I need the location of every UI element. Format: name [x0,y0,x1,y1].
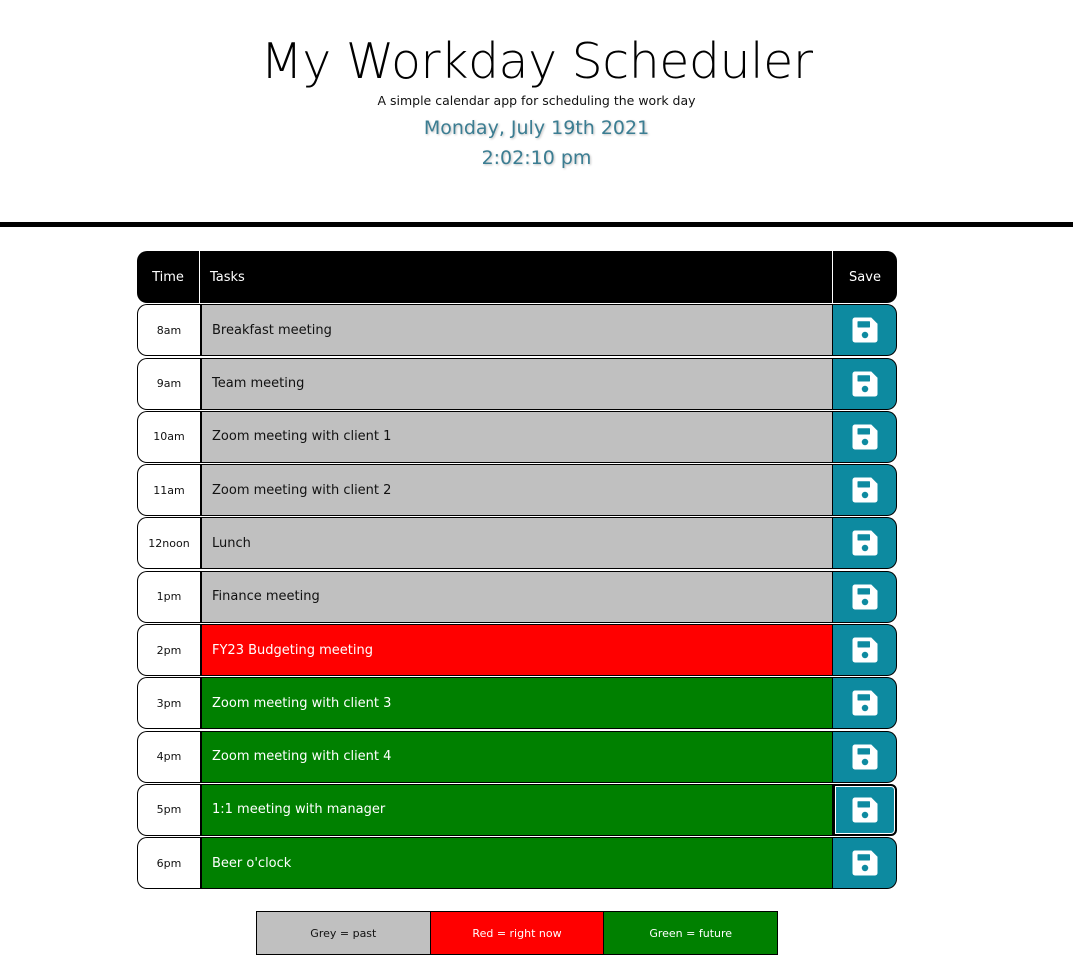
save-button[interactable] [833,624,897,677]
column-header-save: Save [849,269,881,285]
header-divider [0,222,1073,227]
column-header-time: Time [137,251,200,303]
task-input[interactable]: Finance meeting [200,570,833,623]
task-input[interactable]: Zoom meeting with client 1 [200,410,833,463]
hour-label: 8am [137,304,200,357]
hour-label: 6pm [137,837,200,890]
hour-label: 5pm [137,783,200,836]
hour-text: 5pm [156,803,182,817]
legend-past: Grey = past [257,912,431,954]
floppy-disk-icon [850,315,880,345]
hour-text: 1pm [156,590,182,604]
hour-label: 12 noon [137,517,200,570]
task-input[interactable]: Breakfast meeting [200,304,833,357]
save-button[interactable] [833,464,897,517]
page-title: My Workday Scheduler [260,33,813,90]
legend-present: Red = right now [430,912,605,954]
hour-label: 3pm [137,677,200,730]
save-button[interactable] [833,410,897,463]
save-button[interactable] [833,837,897,890]
current-time: 2:02:10 pm [481,147,592,169]
color-legend: Grey = past Red = right now Green = futu… [256,911,778,955]
floppy-disk-icon [850,795,880,825]
page-subtitle: A simple calendar app for scheduling the… [377,93,696,108]
floppy-disk-icon [850,422,880,452]
task-input[interactable]: Zoom meeting with client 3 [200,677,833,730]
task-input[interactable]: FY23 Budgeting meeting [200,624,833,677]
hour-text: 12 [148,536,163,550]
task-input[interactable]: Zoom meeting with client 4 [200,730,833,783]
task-input[interactable]: Zoom meeting with client 2 [200,464,833,517]
hour-text: 4pm [156,750,182,764]
floppy-disk-icon [850,475,880,505]
hour-label: 4pm [137,730,200,783]
time-block-row: 9am Team meeting [137,357,897,410]
time-block-row: 3pm Zoom meeting with client 3 [137,677,897,730]
time-block-row: 10am Zoom meeting with client 1 [137,410,897,463]
save-button[interactable] [833,783,897,836]
scheduler-table: Time Tasks Save 8am Breakfast meeting 9am T… [137,251,897,890]
time-block-row: 2pm FY23 Budgeting meeting [137,624,897,677]
floppy-disk-icon [850,528,880,558]
time-block-row: 12 noon Lunch [137,517,897,570]
hour-text: 3pm [156,696,182,710]
hour-text: 9am [156,377,182,391]
hour-label: 11am [137,464,200,517]
table-header: Time Tasks Save [137,251,897,303]
hour-text: 2pm [156,643,182,657]
legend-future: Green = future [604,912,778,954]
hour-text: 11am [153,483,185,497]
hour-label: 10am [137,410,200,463]
hour-text: 8am [156,323,182,337]
floppy-disk-icon [850,635,880,665]
task-input[interactable]: Team meeting [200,357,833,410]
header: My Workday Scheduler A simple calendar a… [0,0,1073,228]
time-block-row: 11am Zoom meeting with client 2 [137,464,897,517]
hour-label: 1pm [137,570,200,623]
save-button[interactable] [833,730,897,783]
floppy-disk-icon [850,582,880,612]
task-input[interactable]: Lunch [200,517,833,570]
time-block-row: 4pm Zoom meeting with client 4 [137,730,897,783]
time-block-row: 1pm Finance meeting [137,570,897,623]
time-block-row: 8am Breakfast meeting [137,304,897,357]
save-button[interactable] [833,677,897,730]
floppy-disk-icon [850,688,880,718]
current-date: Monday, July 19th 2021 [423,117,650,139]
hour-text: 10am [153,430,185,444]
floppy-disk-icon [850,742,880,772]
hour-text-line2: noon [162,536,190,550]
save-button[interactable] [833,570,897,623]
task-input[interactable]: Beer o'clock [200,837,833,890]
floppy-disk-icon [850,369,880,399]
hour-label: 2pm [137,624,200,677]
task-input[interactable]: 1:1 meeting with manager [200,783,833,836]
save-button[interactable] [833,517,897,570]
floppy-disk-icon [850,848,880,878]
time-block-list: 8am Breakfast meeting 9am Team meeting 10am Z… [137,304,897,890]
time-block-row: 6pm Beer o'clock [137,837,897,890]
save-button[interactable] [833,357,897,410]
save-button[interactable] [833,304,897,357]
column-header-tasks: Tasks [200,251,833,303]
hour-label: 9am [137,357,200,410]
time-block-row: 5pm 1:1 meeting with manager [137,783,897,836]
hour-text: 6pm [156,856,182,870]
